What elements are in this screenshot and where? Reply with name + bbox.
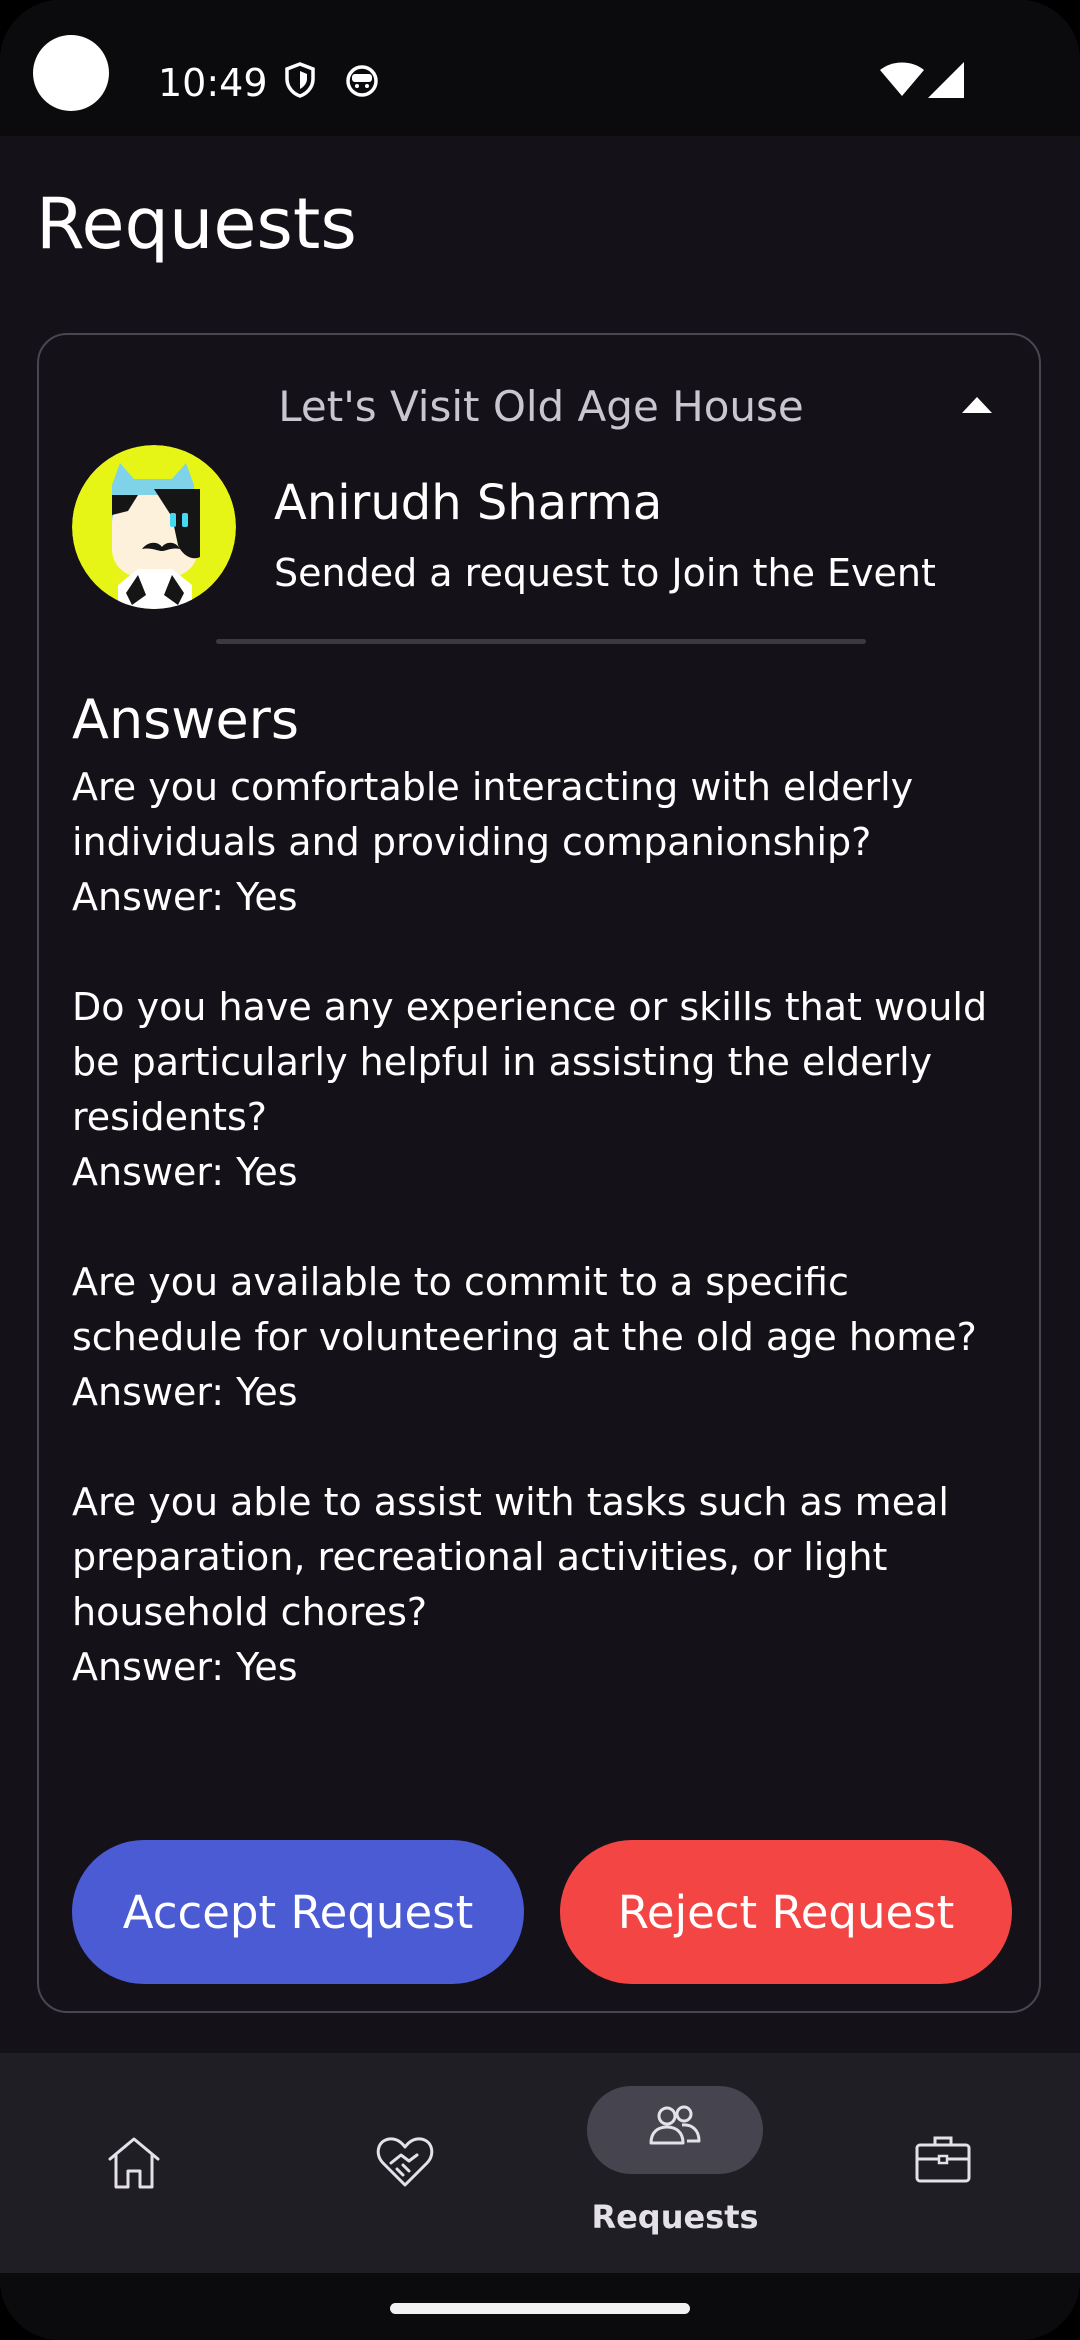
gesture-area (0, 2273, 1080, 2340)
nav-item-requests[interactable]: Requests (575, 2053, 775, 2273)
signal-icon (928, 62, 964, 98)
briefcase-icon (915, 2136, 971, 2183)
nav-label-requests: Requests (591, 2198, 759, 2236)
camera-cutout (33, 35, 109, 111)
qa-item: Are you able to assist with tasks such a… (72, 1475, 1022, 1695)
nav-item-volunteer[interactable] (305, 2053, 505, 2273)
bottom-navigation: Requests (0, 2053, 1080, 2273)
status-time: 10:49 (158, 61, 268, 105)
qa-question: Are you comfortable interacting with eld… (72, 765, 914, 864)
request-card: Let's Visit Old Age House Anirudh Sharma… (37, 333, 1041, 2013)
home-indicator[interactable] (390, 2303, 690, 2314)
wifi-icon (880, 62, 924, 96)
qa-question: Do you have any experience or skills tha… (72, 985, 988, 1139)
accept-request-button[interactable]: Accept Request (72, 1840, 524, 1984)
request-message: Sended a request to Join the Event (274, 551, 936, 595)
people-icon (649, 2105, 701, 2145)
qa-item: Do you have any experience or skills tha… (72, 980, 1022, 1200)
qa-question: Are you available to commit to a specifi… (72, 1260, 977, 1359)
page-title: Requests (36, 183, 357, 265)
volunteer-heart-icon (376, 2137, 434, 2187)
collapse-arrow-icon[interactable] (959, 391, 995, 419)
divider (216, 639, 866, 644)
nav-item-home[interactable] (34, 2053, 234, 2273)
shield-icon (285, 62, 315, 98)
avatar (72, 445, 236, 609)
qa-item: Are you comfortable interacting with eld… (72, 760, 1022, 925)
qa-list: Are you comfortable interacting with eld… (72, 760, 1022, 1750)
qa-answer: Answer: Yes (72, 1150, 298, 1194)
qa-answer: Answer: Yes (72, 1645, 298, 1689)
screen: 10:49 Requests Let's Visit Old Age House (0, 0, 1080, 2340)
event-title: Let's Visit Old Age House (278, 382, 804, 431)
nav-item-work[interactable] (843, 2053, 1043, 2273)
app-notification-icon (346, 65, 378, 97)
answers-heading: Answers (72, 688, 300, 751)
requester-name: Anirudh Sharma (274, 475, 663, 531)
status-bar: 10:49 (0, 0, 1080, 136)
home-icon (108, 2137, 160, 2189)
reject-request-button[interactable]: Reject Request (560, 1840, 1012, 1984)
qa-item: Are you available to commit to a specifi… (72, 1255, 1022, 1420)
qa-question: Are you able to assist with tasks such a… (72, 1480, 949, 1634)
qa-answer: Answer: Yes (72, 1370, 298, 1414)
qa-answer: Answer: Yes (72, 875, 298, 919)
